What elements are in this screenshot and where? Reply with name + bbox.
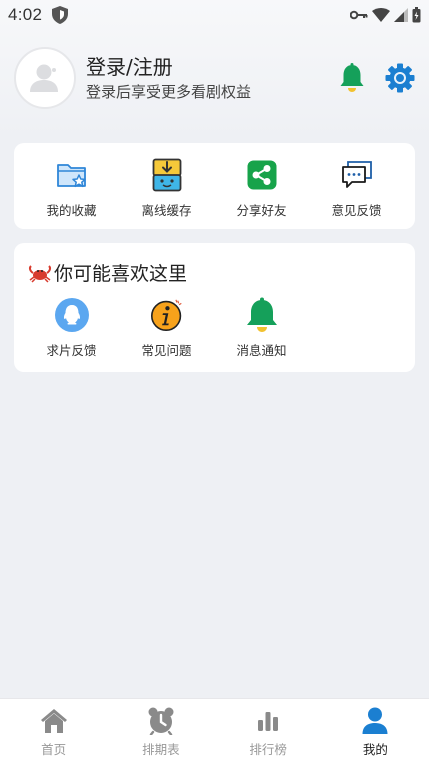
nav-home-label: 首页 (41, 742, 67, 757)
tool-share-friends[interactable]: 分享好友 (214, 158, 309, 219)
recommend-faq[interactable]: 常见问题 (119, 298, 214, 359)
recommend-faq-label: 常见问题 (141, 343, 192, 358)
notification-bell-button[interactable] (337, 63, 367, 93)
nav-home[interactable]: 首页 (0, 699, 107, 762)
recommend-notifications[interactable]: 消息通知 (214, 297, 309, 359)
recommend-header: 你可能喜欢这里 (14, 243, 415, 286)
vpn-key-icon (350, 9, 368, 21)
crab-icon (28, 263, 52, 283)
person-icon (361, 707, 389, 735)
tool-offline-cache[interactable]: 离线缓存 (119, 158, 214, 219)
tool-favorites-label: 我的收藏 (46, 203, 97, 218)
battery-icon (412, 7, 421, 23)
tool-share-friends-label: 分享好友 (236, 203, 287, 218)
bell-icon (245, 297, 279, 332)
feedback-chat-icon (340, 158, 374, 192)
my-page-screen: 4:02 登录/注册 登录后享受更多看剧权益 我的收藏 离线缓存 分享好友 意见… (0, 0, 429, 762)
tool-favorites[interactable]: 我的收藏 (24, 158, 119, 219)
home-icon (40, 707, 68, 735)
shield-icon (52, 6, 69, 24)
qq-penguin-icon (54, 298, 89, 332)
nav-mine[interactable]: 我的 (322, 699, 429, 762)
avatar[interactable] (14, 47, 76, 109)
login-subtitle: 登录后享受更多看剧权益 (86, 83, 252, 101)
wifi-icon (372, 8, 390, 22)
alarm-clock-icon (147, 707, 175, 735)
status-bar: 4:02 (0, 0, 429, 30)
status-icons (350, 7, 421, 23)
header-actions (337, 63, 415, 93)
tool-feedback[interactable]: 意见反馈 (309, 158, 404, 219)
settings-button[interactable] (385, 63, 415, 93)
tools-card: 我的收藏 离线缓存 分享好友 意见反馈 (14, 143, 415, 229)
folder-star-icon (55, 158, 89, 192)
gear-icon (385, 63, 415, 93)
nav-mine-label: 我的 (362, 742, 388, 757)
login-register-title[interactable]: 登录/注册 (86, 55, 251, 79)
tools-grid: 我的收藏 离线缓存 分享好友 意见反馈 (14, 143, 415, 219)
tool-feedback-label: 意见反馈 (331, 203, 382, 218)
recommend-request-feedback-label: 求片反馈 (46, 343, 97, 358)
recommend-grid: 求片反馈 常见问题 消息通知 (14, 286, 415, 359)
default-avatar-icon (30, 64, 58, 92)
login-text-block[interactable]: 登录/注册 登录后享受更多看剧权益 (86, 55, 251, 101)
nav-schedule-label: 排期表 (142, 742, 180, 757)
download-box-icon (150, 158, 184, 192)
share-icon (245, 158, 279, 192)
nav-schedule[interactable]: 排期表 (107, 699, 214, 762)
bottom-nav: 首页 排期表 排行榜 我的 (0, 698, 429, 762)
signal-icon (394, 8, 408, 22)
status-time: 4:02 (8, 5, 43, 24)
info-icon (150, 298, 184, 332)
recommend-request-feedback[interactable]: 求片反馈 (24, 298, 119, 359)
nav-ranking[interactable]: 排行榜 (215, 699, 322, 762)
recommend-notifications-label: 消息通知 (236, 343, 287, 358)
tool-offline-cache-label: 离线缓存 (141, 203, 192, 218)
profile-header: 登录/注册 登录后享受更多看剧权益 (14, 47, 415, 109)
recommend-title: 你可能喜欢这里 (54, 263, 188, 285)
bar-chart-icon (254, 707, 282, 735)
nav-ranking-label: 排行榜 (249, 742, 287, 757)
bell-icon (340, 63, 364, 92)
recommend-card: 你可能喜欢这里 求片反馈 常见问题 消息通知 (14, 243, 415, 372)
